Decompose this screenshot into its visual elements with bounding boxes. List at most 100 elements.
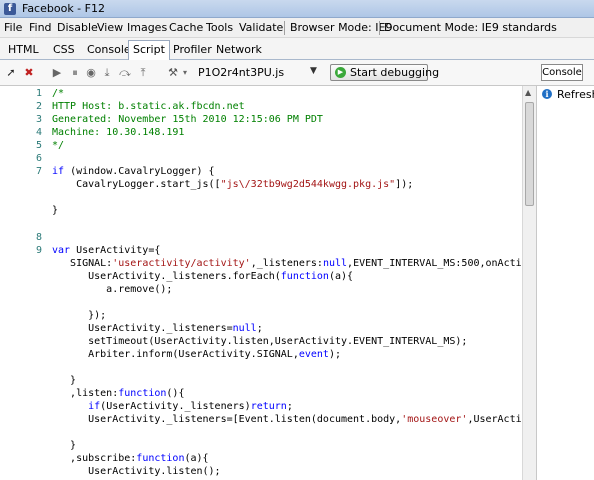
break-on-error-icon[interactable]: ◉ [84, 66, 98, 80]
code-token: UserActivity._listeners= [52, 322, 233, 334]
line-number[interactable]: 8 [0, 231, 42, 244]
menu-document-mode[interactable]: Document Mode: IE9 standards [384, 21, 557, 34]
code-token: Arbiter.inform(UserActivity.SIGNAL, [52, 349, 299, 360]
code-token: } [52, 375, 77, 387]
menu-disable[interactable]: Disable [57, 21, 98, 34]
start-debugging-button[interactable]: ▶ Start debugging [330, 64, 439, 81]
menu-view[interactable]: View [97, 21, 123, 34]
code-line: UserActivity._listeners=null; [0, 322, 522, 335]
code-text: if(UserActivity._listeners)return; [52, 400, 293, 413]
line-number[interactable]: 3 [0, 113, 42, 126]
code-text: if (window.CavalryLogger) { [52, 165, 215, 178]
code-token: null [232, 322, 257, 334]
code-text: setTimeout(UserActivity.listen,UserActiv… [52, 335, 467, 348]
code-line: UserActivity._listeners.forEach(function… [0, 270, 522, 283]
select-element-icon[interactable]: ➚ [4, 66, 18, 80]
chevron-down-icon[interactable]: ▼ [310, 66, 317, 76]
code-text: /* [52, 87, 64, 100]
line-number[interactable]: 7 [0, 165, 42, 178]
menu-cache[interactable]: Cache [169, 21, 203, 34]
code-token: CavalryLogger.start_js([ [52, 179, 221, 191]
line-number[interactable]: 2 [0, 100, 42, 113]
tab-css[interactable]: CSS [49, 41, 79, 59]
tab-console[interactable]: Console [83, 41, 135, 59]
toolbar: ➚ ✖ ▶ ⏸ ◉ ⤓ ⤼ ⤒ ⚒ ▾ P1O2r4nt3PU.js ▼ ▶ S… [0, 60, 594, 86]
settings-dropdown-arrow-icon[interactable]: ▾ [178, 66, 192, 80]
menu-separator [284, 21, 285, 35]
vertical-scrollbar[interactable]: ▲ [522, 86, 536, 480]
code-line: setTimeout(UserActivity.listen,UserActiv… [0, 335, 522, 348]
tab-bar: HTML CSS Console Script Profiler Network [0, 38, 594, 61]
menu-file[interactable]: File [4, 21, 22, 34]
code-text: }); [52, 309, 106, 322]
code-text: HTTP Host: b.static.ak.fbcdn.net [52, 100, 245, 113]
code-token: } [52, 205, 59, 217]
code-token: (UserActivity._listeners) [100, 401, 251, 413]
code-text: } [52, 374, 76, 387]
code-line: } [0, 374, 522, 387]
break-all-icon[interactable]: ⏸ [68, 66, 82, 80]
stop-debugging-icon[interactable]: ▶ [50, 66, 64, 80]
code-token: UserActivity._listeners.forEach( [52, 270, 281, 282]
code-token: } [52, 440, 77, 452]
tab-profiler[interactable]: Profiler [169, 41, 216, 59]
code-text: UserActivity._listeners=[Event.listen(do… [52, 413, 522, 426]
step-over-icon[interactable]: ⤼ [118, 66, 132, 80]
code-token: /* [52, 88, 65, 99]
code-line: SIGNAL:'useractivity/activity',_listener… [0, 257, 522, 270]
step-out-icon[interactable]: ⤒ [136, 66, 150, 80]
scrollbar-thumb[interactable] [525, 102, 534, 206]
tab-script[interactable]: Script [128, 40, 170, 61]
info-icon: i [542, 89, 552, 99]
clear-browser-icon[interactable]: ✖ [22, 66, 36, 80]
code-token: ,EVENT_INTERVAL_MS:500,onActiv [347, 257, 522, 269]
line-number[interactable]: 9 [0, 244, 42, 257]
menu-images[interactable]: Images [127, 21, 167, 34]
title-bar: f Facebook - F12 [0, 0, 594, 18]
code-line: UserActivity.listen(); [0, 465, 522, 478]
line-number[interactable]: 4 [0, 126, 42, 139]
code-line: 8 [0, 231, 522, 244]
window-title: Facebook - F12 [22, 2, 105, 15]
step-into-icon[interactable]: ⤓ [100, 66, 114, 80]
code-token: "js\/32tb9wg2d544kwgg.pkg.js" [220, 179, 396, 191]
console-side-pane: i Refresh [536, 86, 594, 480]
code-line: if(UserActivity._listeners)return; [0, 400, 522, 413]
code-line: Arbiter.inform(UserActivity.SIGNAL,event… [0, 348, 522, 361]
code-token: UserActivity={ [70, 244, 161, 256]
code-editor[interactable]: 1 /* 2 HTTP Host: b.static.ak.fbcdn.net 3 Gen… [0, 86, 522, 480]
code-text: a.remove(); [52, 283, 172, 296]
code-text: Generated: November 15th 2010 12:15:06 P… [52, 113, 323, 126]
code-token: event [298, 349, 329, 360]
code-token: (a){ [328, 270, 354, 282]
console-pane-tab[interactable]: Console [541, 64, 583, 81]
tab-html[interactable]: HTML [4, 41, 43, 59]
code-token: Generated: November 15th 2010 12:15:06 P… [52, 114, 323, 126]
code-token: var [52, 244, 71, 256]
code-text: var UserActivity={ [52, 244, 160, 257]
menu-find[interactable]: Find [29, 21, 52, 34]
line-number[interactable]: 5 [0, 139, 42, 152]
script-file-select[interactable]: P1O2r4nt3PU.js [198, 66, 284, 79]
scroll-up-icon[interactable]: ▲ [525, 88, 531, 97]
code-line: CavalryLogger.start_js(["js\/32tb9wg2d54… [0, 178, 522, 191]
tab-network[interactable]: Network [212, 41, 266, 59]
code-token: function [118, 388, 167, 400]
code-text: UserActivity.listen(); [52, 465, 220, 478]
code-token: if [88, 401, 101, 413]
code-text: ,subscribe:function(a){ [52, 452, 209, 465]
code-token: ,subscribe: [52, 453, 137, 465]
menu-browser-mode[interactable]: Browser Mode: IE9 [290, 21, 392, 34]
code-line: 5 */ [0, 139, 522, 152]
code-line: 6 [0, 152, 522, 165]
code-token: ; [286, 401, 293, 413]
line-number[interactable]: 1 [0, 87, 42, 100]
line-number[interactable]: 6 [0, 152, 42, 165]
menu-validate[interactable]: Validate [239, 21, 283, 34]
menu-tools[interactable]: Tools [206, 21, 233, 34]
code-text: SIGNAL:'useractivity/activity',_listener… [52, 257, 522, 270]
code-text: CavalryLogger.start_js(["js\/32tb9wg2d54… [52, 178, 413, 191]
